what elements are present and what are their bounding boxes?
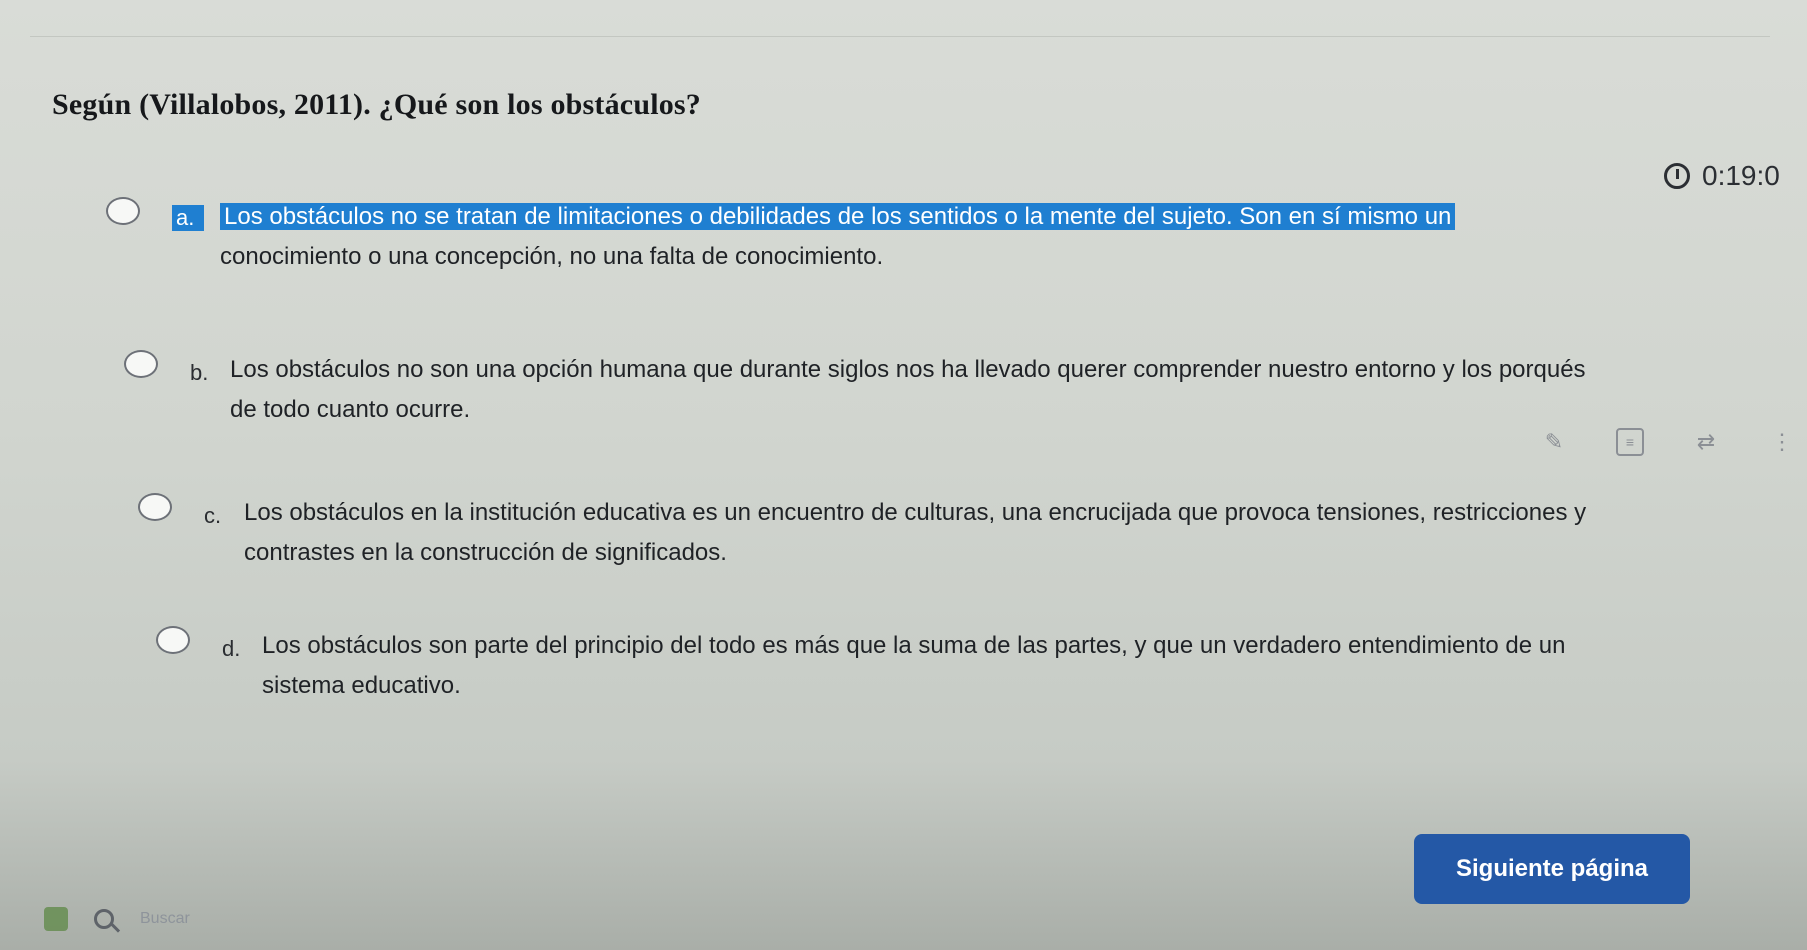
option-c-text[interactable]: Los obstáculos en la institución educati… (244, 493, 1604, 573)
option-a[interactable]: a. Los obstáculos no se tratan de limita… (106, 197, 1580, 277)
option-a-letter: a. (172, 205, 204, 231)
option-a-text[interactable]: Los obstáculos no se tratan de limitacio… (220, 197, 1580, 277)
widget-icon[interactable] (44, 907, 68, 931)
option-b-text[interactable]: Los obstáculos no son una opción humana … (230, 350, 1590, 430)
option-a-radio[interactable] (106, 197, 140, 225)
option-d-text[interactable]: Los obstáculos son parte del principio d… (262, 626, 1622, 706)
question-text: Según (Villalobos, 2011). ¿Qué son los o… (52, 88, 702, 121)
next-page-button[interactable]: Siguiente página (1414, 834, 1690, 904)
windows-taskbar: Buscar (0, 888, 760, 950)
option-c-letter: c. (204, 503, 222, 528)
option-c-radio[interactable] (138, 493, 172, 521)
translate-icon[interactable]: ⇄ (1692, 428, 1720, 456)
option-b-letter: b. (190, 360, 209, 385)
timer-icon (1664, 163, 1690, 189)
top-divider (30, 36, 1770, 37)
option-b[interactable]: b. Los obstáculos no son una opción huma… (124, 350, 1590, 430)
option-a-highlighted-text: Los obstáculos no se tratan de limitacio… (220, 203, 1456, 230)
option-c[interactable]: c. Los obstáculos en la institución educ… (138, 493, 1604, 573)
pencil-icon[interactable]: ✎ (1540, 428, 1568, 456)
timer: 0:19:0 (1664, 160, 1780, 192)
option-a-text-continuation: conocimiento o una concepción, no una fa… (220, 243, 884, 270)
quiz-page: Según (Villalobos, 2011). ¿Qué son los o… (0, 0, 1807, 950)
option-d[interactable]: d. Los obstáculos son parte del principi… (156, 626, 1622, 706)
tool-bar: ✎ ≡ ⇄ ⋮ (1540, 428, 1796, 456)
option-d-radio[interactable] (156, 626, 190, 654)
search-icon[interactable] (94, 909, 114, 929)
option-d-letter: d. (222, 636, 241, 661)
option-b-radio[interactable] (124, 350, 158, 378)
taskbar-search-text[interactable]: Buscar (140, 910, 190, 928)
timer-value: 0:19:0 (1702, 160, 1780, 191)
more-icon[interactable]: ⋮ (1768, 428, 1796, 456)
document-icon[interactable]: ≡ (1616, 428, 1644, 456)
